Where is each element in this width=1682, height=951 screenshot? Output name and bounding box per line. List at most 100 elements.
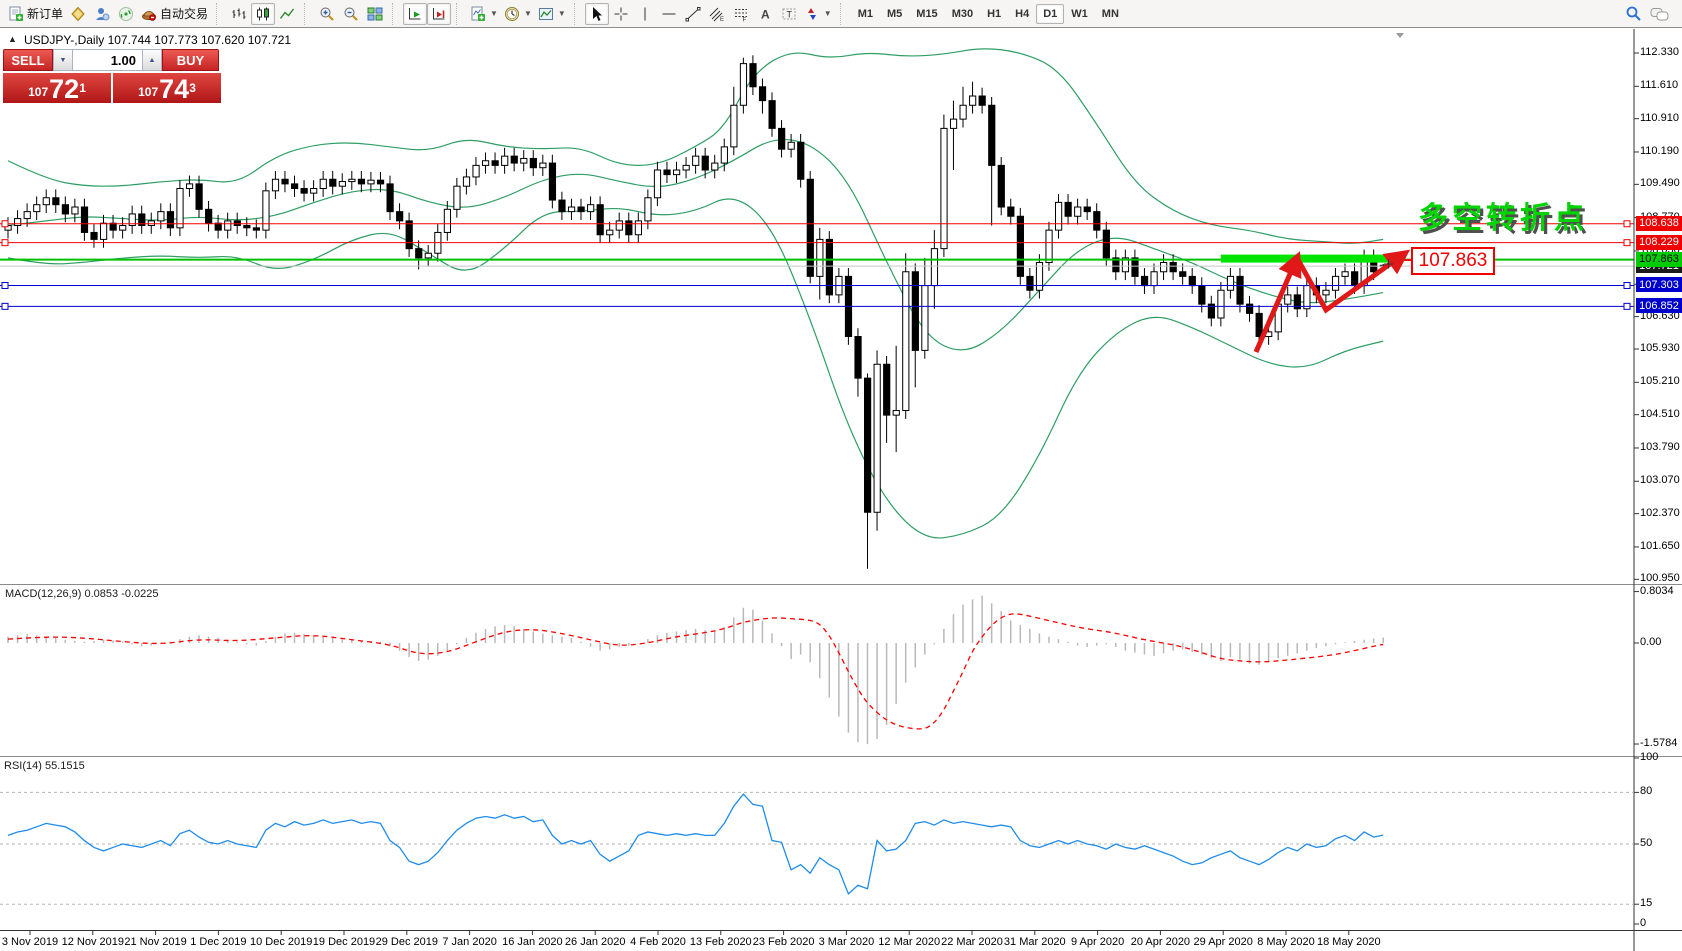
signal-radar-icon [118,6,134,22]
price-axis-label: 100.950 [1640,572,1680,584]
price-tag-108.638: 108.638 [1636,216,1682,231]
timeframe-m5-button[interactable]: M5 [880,4,909,24]
mql5-community-button[interactable] [90,3,114,25]
one-click-trade-panel: SELL ▼ 1.00 ▲ BUY 107 72 1 107 74 3 [3,49,221,103]
new-chart-button[interactable] [66,3,90,25]
svg-text:A: A [761,7,770,21]
bar-chart-icon [231,6,247,22]
buy-price[interactable]: 107 74 3 [113,73,221,103]
buy-button[interactable]: BUY [162,49,219,71]
timeframe-h1-button[interactable]: H1 [980,4,1008,24]
buy-price-figure: 107 [138,82,158,102]
sell-price[interactable]: 107 72 1 [3,73,111,103]
rsi-axis-label: 80 [1640,785,1652,797]
periods-button[interactable]: ▼ [501,3,535,25]
fibonacci-button[interactable]: F [729,3,753,25]
price-axis-label: 110.190 [1640,145,1679,157]
chart-shift-button[interactable] [427,3,451,25]
autotrading-button[interactable]: 自动交易 [138,3,211,25]
crosshair-button[interactable] [609,3,633,25]
dropdown-arrow-icon: ▼ [824,9,832,18]
new-order-icon [8,6,24,22]
sell-price-figure: 107 [28,82,48,102]
buy-price-point: 3 [189,73,196,103]
auto-scroll-button[interactable] [403,3,427,25]
price-axis-label: 109.490 [1640,177,1680,189]
timeframe-d1-button[interactable]: D1 [1036,4,1064,24]
timeframe-m15-button[interactable]: M15 [909,4,944,24]
timeframe-m30-button[interactable]: M30 [945,4,980,24]
zoom-in-button[interactable] [315,3,339,25]
toolbar: 新订单 自动交易 [0,0,1682,28]
rsi-axis-label: 0 [1640,917,1646,929]
arrow-up-1[interactable] [1256,258,1297,352]
line-chart-button[interactable] [275,3,299,25]
volume-input[interactable]: 1.00 [73,49,142,71]
volume-increase-button[interactable]: ▲ [142,49,162,71]
indicators-button[interactable]: ▼ [467,3,501,25]
collapse-triangle-icon[interactable]: ▲ [8,34,17,44]
sell-price-point: 1 [79,73,86,103]
macd-axis-label: 0.8034 [1640,585,1674,597]
price-annotation-box[interactable]: 107.863 [1411,247,1495,275]
toolbar-separator [574,3,580,25]
toolbar-separator [840,3,846,25]
trendline-icon [685,6,701,22]
text-label-icon: T [781,6,797,22]
cursor-button[interactable] [585,3,609,25]
candlestick-chart-button[interactable] [251,3,275,25]
price-axis-label: 102.370 [1640,507,1680,519]
horizontal-line-button[interactable] [657,3,681,25]
channel-icon: E [709,6,725,22]
toolbar-separator [392,3,398,25]
timeframe-buttons: M1M5M15M30H1H4D1W1MN [848,1,1129,27]
crosshair-icon [613,6,629,22]
toolbar-separator [216,3,222,25]
text-label-button[interactable]: T [777,3,801,25]
macd-axis-label: 0.00 [1640,636,1661,648]
arrows-button[interactable]: ▼ [801,3,835,25]
tile-windows-icon [367,6,383,22]
text-button[interactable]: A [753,3,777,25]
volume-decrease-button[interactable]: ▼ [53,49,73,71]
support-band[interactable] [1221,255,1402,263]
clock-icon [504,6,520,22]
zoom-out-button[interactable] [339,3,363,25]
price-axis-label: 104.510 [1640,408,1680,420]
chart-title: USDJPY-,Daily 107.744 107.773 107.620 10… [24,33,291,47]
new-order-button[interactable]: 新订单 [5,3,66,25]
svg-text:F: F [742,17,746,22]
timeframe-m1-button[interactable]: M1 [851,4,880,24]
zoom-in-icon [319,6,335,22]
search-icon[interactable] [1625,5,1642,22]
vertical-line-button[interactable] [633,3,657,25]
buy-price-pips: 74 [159,76,189,102]
price-axis-label: 110.910 [1640,112,1679,124]
signals-button[interactable] [114,3,138,25]
timeframe-h4-button[interactable]: H4 [1008,4,1036,24]
price-tag-107.863: 107.863 [1636,252,1682,267]
macd-label: MACD(12,26,9) 0.0853 -0.0225 [5,588,158,600]
price-tag-107.303: 107.303 [1636,277,1682,292]
tile-windows-button[interactable] [363,3,387,25]
cursor-arrow-icon [589,6,605,22]
timeframe-mn-button[interactable]: MN [1095,4,1126,24]
arrows-icon [804,6,820,22]
price-axis-label: 105.930 [1640,342,1680,354]
price-axis-label: 105.210 [1640,375,1680,387]
timeframe-w1-button[interactable]: W1 [1064,4,1095,24]
line-chart-icon [279,6,295,22]
chart-canvas[interactable] [0,0,1682,951]
templates-button[interactable]: ▼ [535,3,569,25]
rsi-axis-label: 50 [1640,837,1652,849]
chat-icon[interactable] [1650,6,1670,22]
chevron-down-icon[interactable] [1396,33,1404,38]
trendline-button[interactable] [681,3,705,25]
bar-chart-button[interactable] [227,3,251,25]
svg-text:T: T [786,9,792,19]
vertical-line-icon [637,6,653,22]
sell-button[interactable]: SELL [3,49,53,71]
candlestick-chart-icon [255,6,271,22]
turning-point-annotation[interactable]: 多空转折点 [1418,193,1588,237]
equidistant-channel-button[interactable]: E [705,3,729,25]
